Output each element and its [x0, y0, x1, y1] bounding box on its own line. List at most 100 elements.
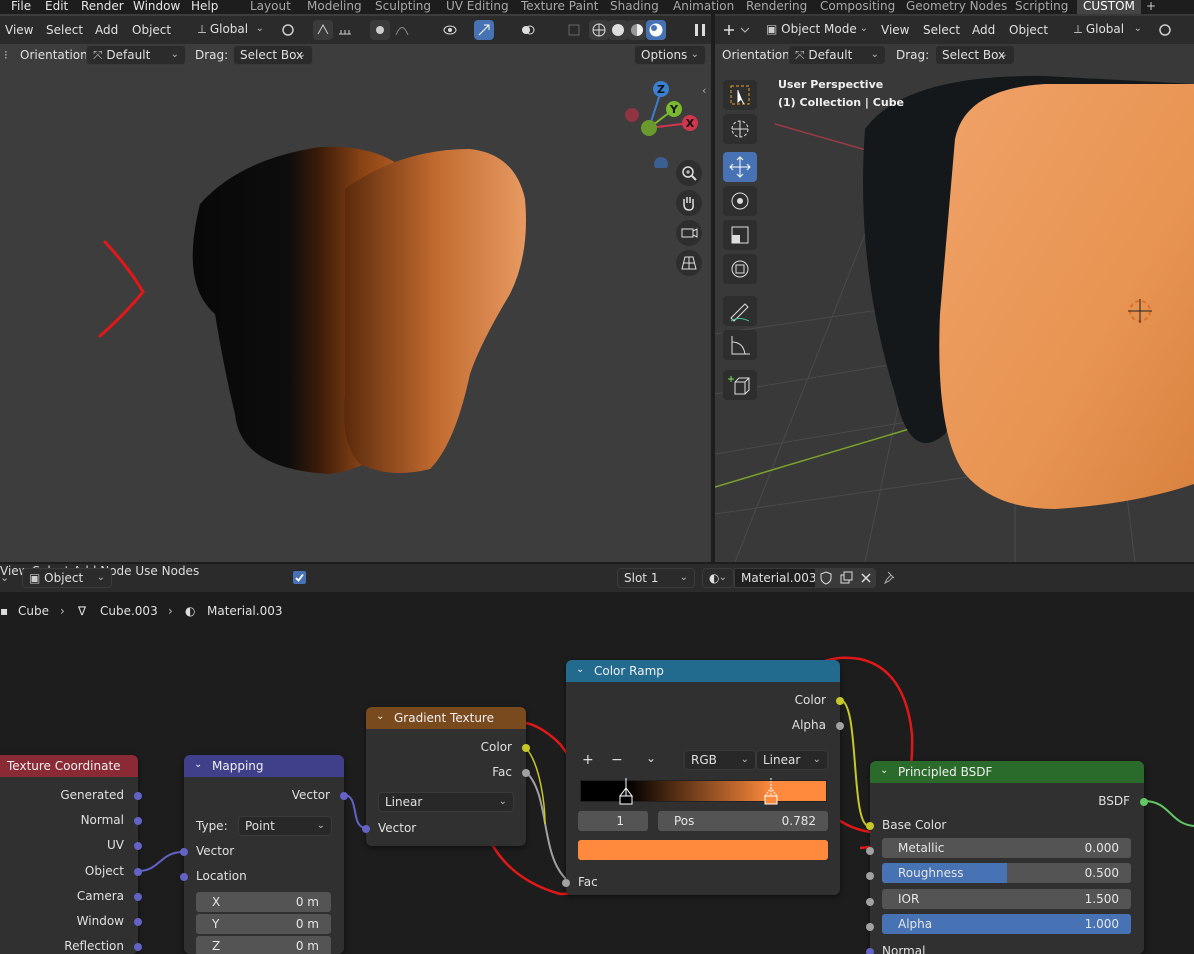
roughness-field[interactable]: Roughness 0.500	[882, 863, 1131, 883]
select-box-tool-icon[interactable]	[723, 80, 757, 110]
socket-mapping-vector-in[interactable]	[180, 848, 188, 856]
active-stop-index-field[interactable]: 1	[578, 811, 648, 831]
left-menu-select[interactable]: Select	[46, 23, 83, 37]
tab-rendering[interactable]: Rendering	[746, 0, 807, 13]
solid-shading-icon[interactable]	[608, 20, 628, 40]
menu-render[interactable]: Render	[81, 0, 124, 13]
principled-bsdf-node[interactable]: ⌄ Principled BSDF BSDF Base Color Metall…	[866, 761, 1148, 954]
add-cube-tool-icon[interactable]	[723, 370, 757, 400]
left-menu-add[interactable]: Add	[95, 23, 118, 37]
tab-sculpting[interactable]: Sculpting	[375, 0, 431, 13]
visibility-icon[interactable]	[440, 20, 460, 40]
right-menu-select[interactable]: Select	[923, 23, 960, 37]
ramp-menu-chevron-icon[interactable]: ⌄	[646, 751, 656, 765]
tab-modeling[interactable]: Modeling	[307, 0, 362, 13]
tab-layout[interactable]: Layout	[250, 0, 291, 13]
wireframe-shading-icon[interactable]	[589, 20, 609, 40]
tab-compositing[interactable]: Compositing	[820, 0, 895, 13]
add-stop-button[interactable]: +	[582, 752, 594, 768]
mapping-type-dropdown[interactable]: Point ⌄	[238, 816, 332, 836]
left-orientation-dropdown[interactable]: ⤧ Default ⌄	[86, 45, 186, 65]
collapse-chevron-icon[interactable]: ⌄	[194, 759, 202, 770]
right-menu-add[interactable]: Add	[972, 23, 995, 37]
left-3d-viewport[interactable]: View Select Add Object ⟂ Global ⌄ ⁝ Orien…	[0, 14, 711, 562]
gradient-type-dropdown[interactable]: Linear ⌄	[378, 792, 514, 812]
menu-edit[interactable]: Edit	[45, 0, 68, 13]
zoom-icon[interactable]	[676, 160, 702, 186]
menu-help[interactable]: Help	[191, 0, 218, 13]
snap-target-icon[interactable]	[335, 20, 355, 40]
gizmo-neg-z[interactable]	[654, 157, 668, 168]
principled-bsdf-header[interactable]: ⌄ Principled BSDF	[870, 761, 1144, 783]
socket-window[interactable]	[134, 918, 142, 926]
gizmo-toggle-icon[interactable]	[474, 20, 494, 40]
falloff-icon[interactable]	[392, 20, 412, 40]
socket-ramp-alpha[interactable]	[836, 722, 844, 730]
location-x-field[interactable]: X 0 m	[196, 892, 331, 912]
gradient-texture-header[interactable]: ⌄ Gradient Texture	[366, 707, 526, 729]
right-orientation-dropdown[interactable]: ⤧ Default ⌄	[788, 45, 886, 65]
ramp-stop-0[interactable]	[619, 778, 633, 797]
tab-uv-editing[interactable]: UV Editing	[446, 0, 509, 13]
rendered-shading-icon[interactable]	[646, 20, 666, 40]
xray-icon[interactable]	[564, 20, 584, 40]
socket-gradient-vector[interactable]	[362, 825, 370, 833]
left-menu-view[interactable]: View	[5, 23, 33, 37]
remove-stop-button[interactable]: −	[611, 752, 623, 768]
mode-dropdown[interactable]: ▣ Object Mode ⌄	[760, 20, 874, 40]
socket-reflection[interactable]	[134, 943, 142, 951]
overlay-icon[interactable]	[518, 20, 538, 40]
tab-scripting[interactable]: Scripting	[1015, 0, 1068, 13]
tab-geometry-nodes[interactable]: Geometry Nodes	[906, 0, 1007, 13]
ramp-stop-1[interactable]	[764, 778, 778, 797]
socket-metallic[interactable]	[866, 847, 874, 855]
tab-texture-paint[interactable]: Texture Paint	[521, 0, 598, 13]
socket-mapping-vector-out[interactable]	[340, 792, 348, 800]
ior-field[interactable]: IOR 1.500	[882, 889, 1131, 909]
shader-node-editor[interactable]: ⌄ ▣ Object⌄ View Select Add Node Use Nod…	[0, 564, 1194, 954]
add-workspace-button[interactable]: +	[1146, 0, 1156, 13]
texture-coordinate-header[interactable]: Texture Coordinate	[0, 755, 138, 777]
color-ramp-node[interactable]: ⌄ Color Ramp Color Alpha + − ⌄ RGB ⌄ Line…	[562, 660, 844, 895]
ramp-interpolation-dropdown[interactable]: Linear ⌄	[756, 750, 828, 770]
socket-uv[interactable]	[134, 842, 142, 850]
left-drag-dropdown[interactable]: Select Box ⌄	[233, 45, 313, 65]
collapse-chevron-icon[interactable]: ⌄	[576, 664, 584, 675]
socket-object[interactable]	[134, 868, 142, 876]
color-ramp-header[interactable]: ⌄ Color Ramp	[566, 660, 840, 682]
right-transform-orientation[interactable]: ⟂ Global ⌄	[1068, 20, 1148, 40]
rotate-tool-icon[interactable]	[723, 186, 757, 216]
pause-icon[interactable]	[690, 20, 710, 40]
socket-ramp-color[interactable]	[836, 697, 844, 705]
collapse-chevron-icon[interactable]: ⌄	[376, 711, 384, 722]
socket-gradient-fac[interactable]	[522, 769, 530, 777]
texture-coordinate-node[interactable]: Texture Coordinate Generated Normal UV O…	[0, 755, 142, 954]
tab-custom[interactable]: CUSTOM	[1077, 0, 1141, 14]
socket-mapping-location[interactable]	[180, 873, 188, 881]
socket-normal-in[interactable]	[866, 948, 874, 954]
gizmo-neg-y[interactable]	[641, 120, 657, 136]
left-menu-object[interactable]: Object	[132, 23, 171, 37]
proportional-edit-icon[interactable]	[370, 20, 390, 40]
socket-alpha[interactable]	[866, 923, 874, 931]
right-3d-viewport[interactable]: ▣ Object Mode ⌄ View Select Add Object ⟂ …	[715, 14, 1194, 562]
socket-ramp-fac[interactable]	[562, 879, 570, 887]
pan-hand-icon[interactable]	[676, 190, 702, 216]
alpha-field[interactable]: Alpha 1.000	[882, 914, 1131, 934]
socket-normal[interactable]	[134, 817, 142, 825]
left-transform-orientation[interactable]: ⟂ Global ⌄	[192, 20, 270, 40]
socket-roughness[interactable]	[866, 872, 874, 880]
stop-color-swatch[interactable]	[578, 840, 828, 860]
snap-icon[interactable]	[313, 20, 333, 40]
cursor-tool-icon[interactable]	[723, 114, 757, 144]
right-menu-object[interactable]: Object	[1009, 23, 1048, 37]
socket-ior[interactable]	[866, 898, 874, 906]
material-shading-icon[interactable]	[627, 20, 647, 40]
mapping-node[interactable]: ⌄ Mapping Vector Type: Point ⌄ Vector Loc…	[180, 755, 348, 954]
menu-window[interactable]: Window	[133, 0, 180, 13]
gradient-texture-node[interactable]: ⌄ Gradient Texture Color Fac Linear ⌄ Vec…	[362, 707, 530, 846]
socket-generated[interactable]	[134, 792, 142, 800]
transform-tool-icon[interactable]	[723, 254, 757, 284]
right-menu-view[interactable]: View	[881, 23, 909, 37]
right-drag-dropdown[interactable]: Select Box ⌄	[935, 45, 1015, 65]
